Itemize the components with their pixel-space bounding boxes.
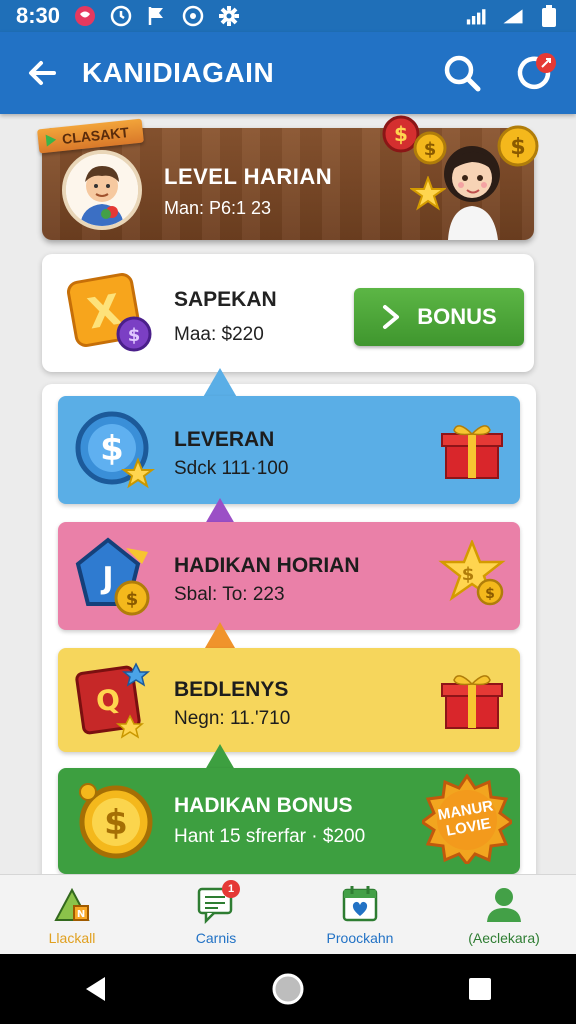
search-icon[interactable] <box>440 51 484 95</box>
row-subtitle: Sdck 111·100 <box>174 458 289 479</box>
dollar-coin-icon: $ <box>72 408 158 494</box>
weekly-bonus-card: X $ SAPEKAN Maa: $220 BONUS <box>42 254 534 372</box>
content-area: CLASAKT LEVEL HARIAN Man: P6:1 23 $ $ $ … <box>0 114 576 874</box>
svg-text:$: $ <box>485 586 495 602</box>
svg-text:$: $ <box>510 135 525 160</box>
nav-item-progress[interactable]: Proockahn <box>288 875 432 954</box>
nav-item-profile[interactable]: (Aeclekara) <box>432 875 576 954</box>
nav-label: Llackall <box>48 929 96 946</box>
avatar <box>62 150 142 230</box>
row-title: LEVERAN <box>174 428 275 451</box>
gold-coin-icon: $ <box>72 776 158 862</box>
reward-row[interactable]: $ LEVERAN Sdck 111·100 <box>58 396 520 504</box>
nav-item-messages[interactable]: 1 Carnis <box>144 875 288 954</box>
timer-icon <box>182 5 204 27</box>
nav-item-home[interactable]: N Llackall <box>0 875 144 954</box>
nav-label: Carnis <box>195 929 237 946</box>
chat-icon: 1 <box>196 879 240 924</box>
flag-icon <box>45 133 57 147</box>
treasure-card-icon: Q <box>72 658 158 744</box>
system-navigation-bar <box>0 954 576 1024</box>
row-title: BEDLENYS <box>174 678 289 701</box>
svg-text:$: $ <box>394 122 408 146</box>
row-subtitle: Negn: 11.'710 <box>174 708 291 729</box>
user-icon <box>484 884 524 924</box>
bonus-button-label: BONUS <box>417 304 497 329</box>
notification-badge: 1 <box>222 879 240 898</box>
weekly-subtitle: Maa: $220 <box>174 324 264 345</box>
svg-text:$: $ <box>128 325 141 346</box>
battery-icon <box>538 5 560 27</box>
status-bar: 8:30 <box>0 0 576 32</box>
svg-text:$: $ <box>424 139 437 160</box>
svg-text:J: J <box>100 561 113 596</box>
weekly-title: SAPEKAN <box>174 288 277 311</box>
coin-icon: $ <box>497 125 539 167</box>
svg-text:$: $ <box>126 589 139 610</box>
calendar-heart-icon <box>340 884 380 924</box>
cell-signal-icon <box>502 5 524 27</box>
reward-row[interactable]: Q BEDLENYS Negn: 11.'710 <box>58 648 520 752</box>
row-subtitle: Hant 15 sfrerfar · $200 <box>174 826 366 847</box>
nav-label: (Aeclekara) <box>468 929 540 946</box>
bottom-navigation: N Llackall 1 Carnis Proockahn (Aeclekara… <box>0 874 576 954</box>
back-triangle-icon[interactable] <box>71 964 121 1014</box>
home-circle-icon[interactable] <box>263 964 313 1014</box>
gift-box-icon <box>438 666 506 734</box>
clock-icon <box>110 5 132 27</box>
gift-box-icon <box>438 416 506 484</box>
notification-app-icon <box>74 5 96 27</box>
x-tile-icon: X $ <box>64 272 160 358</box>
svg-text:$: $ <box>462 564 475 585</box>
svg-text:$: $ <box>104 803 128 843</box>
app-bar: KANIDIAGAIN <box>0 32 576 114</box>
starburst-badge: MANUR LOVIE <box>422 774 512 864</box>
chevron-right-icon <box>383 305 400 329</box>
level-subtitle: Man: P6:1 23 <box>164 198 272 218</box>
flag-icon <box>146 5 168 27</box>
coin-icon: $ <box>413 131 447 165</box>
status-time: 8:30 <box>16 3 61 28</box>
row-subtitle: Sbal: To: 223 <box>174 584 285 605</box>
nav-label: Proockahn <box>326 929 394 946</box>
star-coin-icon: $ $ <box>438 538 506 608</box>
reward-row[interactable]: J $ HADIKAN HORIAN Sbal: To: 223 $ $ <box>58 522 520 630</box>
recents-square-icon[interactable] <box>455 964 505 1014</box>
back-arrow-icon[interactable] <box>20 51 64 95</box>
level-banner[interactable]: CLASAKT LEVEL HARIAN Man: P6:1 23 <box>37 118 534 240</box>
svg-text:$: $ <box>100 429 124 469</box>
svg-text:Q: Q <box>94 682 122 718</box>
diamond-badge-icon: J $ <box>72 534 158 620</box>
settings-gear-icon <box>218 5 240 27</box>
pyramid-trophy-icon: N <box>52 884 92 924</box>
bonus-button[interactable]: BONUS <box>354 288 524 346</box>
svg-text:N: N <box>77 909 85 920</box>
page-title: KANIDIAGAIN <box>82 57 275 88</box>
star-icon <box>410 176 446 211</box>
reward-row[interactable]: $ HADIKAN BONUS Hant 15 sfrerfar · $200 … <box>58 768 520 874</box>
level-title: LEVEL HARIAN <box>164 164 333 189</box>
notification-dot <box>536 53 556 73</box>
row-title: HADIKAN HORIAN <box>174 554 360 577</box>
signal-icon <box>466 5 488 27</box>
refresh-notification-icon[interactable] <box>512 51 556 95</box>
row-title: HADIKAN BONUS <box>174 794 353 817</box>
